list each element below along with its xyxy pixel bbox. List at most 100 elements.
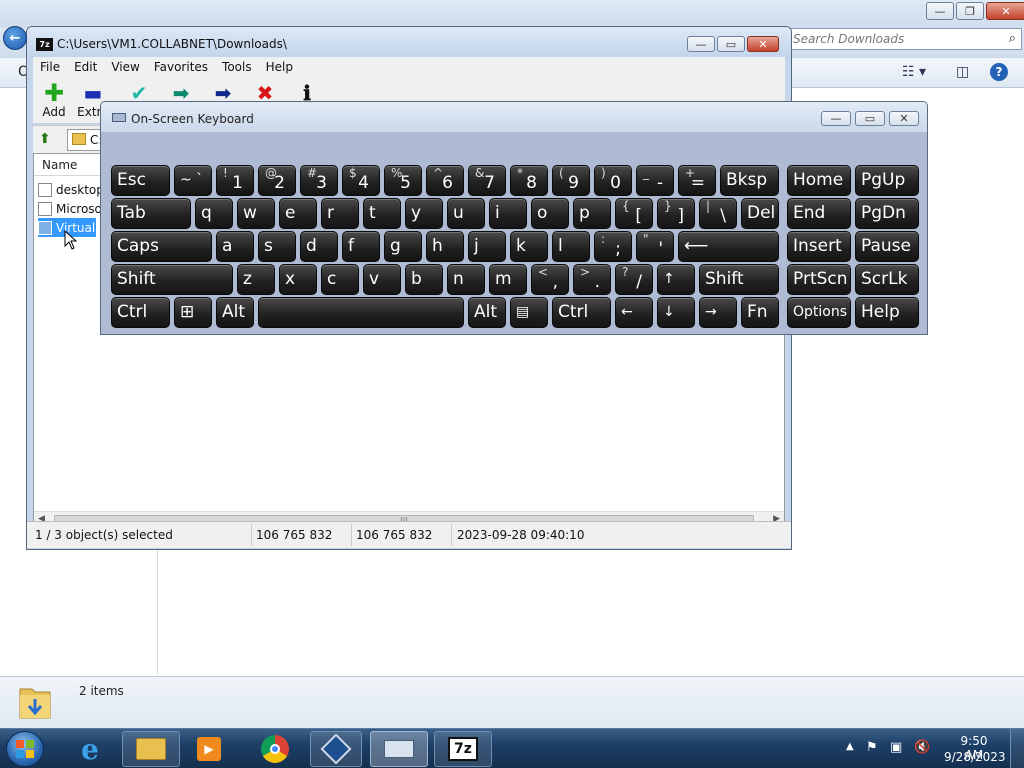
up-folder-icon[interactable]: ⬆ xyxy=(39,131,55,147)
search-icon[interactable]: ⌕ xyxy=(1009,31,1016,46)
taskbar-internet-explorer[interactable]: e xyxy=(68,732,112,766)
action-center-icon[interactable]: ⚑ xyxy=(866,740,878,755)
key-z[interactable]: z xyxy=(237,264,275,295)
help-icon[interactable]: ? xyxy=(990,63,1008,81)
key-windows[interactable]: ⊞ xyxy=(174,297,212,328)
key-tab[interactable]: Tab xyxy=(111,198,191,229)
key-9[interactable]: (9 xyxy=(552,165,590,196)
clock-date[interactable]: 9/28/2023 xyxy=(944,750,1006,764)
key-left-bracket[interactable]: {[ xyxy=(615,198,653,229)
key-e[interactable]: e xyxy=(279,198,317,229)
key-d[interactable]: d xyxy=(300,231,338,262)
key-o[interactable]: o xyxy=(531,198,569,229)
key-2[interactable]: @2 xyxy=(258,165,296,196)
key-enter[interactable]: ⟵ xyxy=(678,231,779,262)
key-u[interactable]: u xyxy=(447,198,485,229)
key-backslash[interactable]: | \ xyxy=(699,198,737,229)
key-1[interactable]: ! 1 xyxy=(216,165,254,196)
key-8[interactable]: * 8 xyxy=(510,165,548,196)
key-y[interactable]: y xyxy=(405,198,443,229)
key-insert[interactable]: Insert xyxy=(787,231,851,262)
osk-minimize-button[interactable]: — xyxy=(821,111,851,126)
key-alt-left[interactable]: Alt xyxy=(216,297,254,328)
sevenzip-title-bar[interactable]: 7z C:\Users\VM1.COLLABNET\Downloads\ — ▭… xyxy=(27,27,791,59)
key-7[interactable]: & 7 xyxy=(468,165,506,196)
taskbar-chrome[interactable] xyxy=(252,732,298,766)
key-pgdn[interactable]: PgDn xyxy=(855,198,919,229)
key-j[interactable]: j xyxy=(468,231,506,262)
back-arrow-icon[interactable]: ← xyxy=(3,26,27,50)
taskbar-windows-explorer[interactable] xyxy=(122,731,180,767)
network-icon[interactable]: ▣ xyxy=(890,740,902,755)
key-0[interactable]: ) 0 xyxy=(594,165,632,196)
menu-favorites[interactable]: Favorites xyxy=(147,60,215,74)
key-x[interactable]: x xyxy=(279,264,317,295)
start-button[interactable] xyxy=(6,731,44,767)
menu-tools[interactable]: Tools xyxy=(215,60,259,74)
key-c[interactable]: c xyxy=(321,264,359,295)
menu-edit[interactable]: Edit xyxy=(67,60,104,74)
key-pause[interactable]: Pause xyxy=(855,231,919,262)
key-shift-left[interactable]: Shift xyxy=(111,264,233,295)
preview-pane-icon[interactable]: ◫ xyxy=(956,64,969,80)
key-t[interactable]: t xyxy=(363,198,401,229)
show-hidden-icons[interactable]: ▲ xyxy=(846,741,854,752)
key-m[interactable]: m xyxy=(489,264,527,295)
key-arrow-right[interactable]: → xyxy=(699,297,737,328)
explorer-minimize-button[interactable]: — xyxy=(926,2,954,20)
menu-file[interactable]: File xyxy=(33,60,67,74)
key-esc[interactable]: Esc xyxy=(111,165,170,196)
key-f[interactable]: f xyxy=(342,231,380,262)
key-right-bracket[interactable]: }] xyxy=(657,198,695,229)
key-arrow-left[interactable]: ← xyxy=(615,297,653,328)
key-i[interactable]: i xyxy=(489,198,527,229)
key-w[interactable]: w xyxy=(237,198,275,229)
volume-muted-icon[interactable]: 🔇 xyxy=(914,740,930,755)
key-equal[interactable]: + = xyxy=(678,165,716,196)
menu-help[interactable]: Help xyxy=(259,60,300,74)
key-ctrl-left[interactable]: Ctrl xyxy=(111,297,170,328)
view-options-icon[interactable]: ☷ ▾ xyxy=(902,64,926,80)
key-arrow-up[interactable]: ↑ xyxy=(657,264,695,295)
key-p[interactable]: p xyxy=(573,198,611,229)
key-5[interactable]: % 5 xyxy=(384,165,422,196)
key-tilde[interactable]: ~ ` xyxy=(174,165,212,196)
key-quote[interactable]: " ' xyxy=(636,231,674,262)
key-period[interactable]: >. xyxy=(573,264,611,295)
taskbar-on-screen-keyboard[interactable] xyxy=(370,731,428,767)
key-semicolon[interactable]: :; xyxy=(594,231,632,262)
explorer-maximize-button[interactable]: ❐ xyxy=(956,2,984,20)
key-pgup[interactable]: PgUp xyxy=(855,165,919,196)
key-q[interactable]: q xyxy=(195,198,233,229)
key-ctrl-right[interactable]: Ctrl xyxy=(552,297,611,328)
key-comma[interactable]: <, xyxy=(531,264,569,295)
key-v[interactable]: v xyxy=(363,264,401,295)
key-slash[interactable]: ? / xyxy=(615,264,653,295)
sevenzip-minimize-button[interactable]: — xyxy=(687,36,715,52)
key-caps[interactable]: Caps xyxy=(111,231,212,262)
osk-close-button[interactable]: ✕ xyxy=(889,111,919,126)
key-space[interactable] xyxy=(258,297,464,328)
key-a[interactable]: a xyxy=(216,231,254,262)
add-button[interactable]: ✚ Add xyxy=(34,81,74,121)
key-fn[interactable]: Fn xyxy=(741,297,779,328)
sevenzip-close-button[interactable]: ✕ xyxy=(747,36,779,52)
key-minus[interactable]: _ - xyxy=(636,165,674,196)
key-n[interactable]: n xyxy=(447,264,485,295)
osk-maximize-button[interactable]: ▭ xyxy=(855,111,885,126)
key-backspace[interactable]: Bksp xyxy=(720,165,779,196)
key-shift-right[interactable]: Shift xyxy=(699,264,779,295)
key-options[interactable]: Options xyxy=(787,297,851,328)
key-help[interactable]: Help xyxy=(855,297,919,328)
key-del[interactable]: Del xyxy=(741,198,779,229)
taskbar-virtualbox[interactable] xyxy=(310,731,362,767)
key-s[interactable]: s xyxy=(258,231,296,262)
key-menu[interactable]: ▤ xyxy=(510,297,548,328)
taskbar-7-zip[interactable]: 7z xyxy=(434,731,492,767)
explorer-close-button[interactable]: ✕ xyxy=(986,2,1024,20)
search-input[interactable]: Search Downloads ⌕ xyxy=(786,28,1022,50)
key-k[interactable]: k xyxy=(510,231,548,262)
key-h[interactable]: h xyxy=(426,231,464,262)
key-arrow-down[interactable]: ↓ xyxy=(657,297,695,328)
key-scrlk[interactable]: ScrLk xyxy=(855,264,919,295)
